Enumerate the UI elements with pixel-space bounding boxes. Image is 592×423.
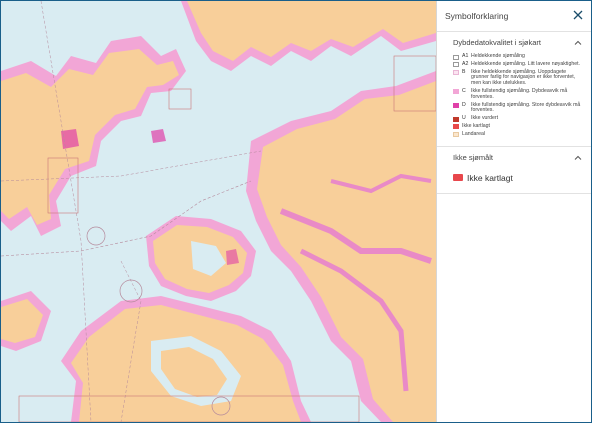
section-title: Dybdedatokvalitet i sjøkart (453, 38, 541, 47)
legend-text: Ikke fullstendig sjømåling. Store dybdea… (471, 101, 581, 114)
section-not-surveyed-toggle[interactable]: Ikke sjømålt (437, 147, 591, 169)
legend-swatch (453, 89, 459, 95)
legend-swatch (453, 70, 459, 76)
legend-code: A1 (462, 53, 469, 59)
chevron-up-icon (574, 40, 582, 45)
section-title: Ikke sjømålt (453, 152, 494, 162)
legend-item: A2 Heldekkende sjømåling. Litt lavere nø… (453, 60, 585, 68)
legend-text: Landareal (462, 130, 486, 137)
section-depth-quality-toggle[interactable]: Dybdedatokvalitet i sjøkart (437, 32, 591, 54)
legend-item: U Ikke vurdert (453, 115, 585, 122)
legend-item: Landareal (453, 130, 585, 138)
legend-text: Ikke vurdert (471, 115, 499, 122)
legend-swatch (453, 54, 459, 60)
legend-item: Ikke kartlagt (437, 169, 591, 193)
legend-text: Ikke kartlagt (467, 172, 513, 183)
legend-text: Heldekkende sjømåling. Litt lavere nøyak… (471, 60, 580, 67)
legend-item: B Ikke heldekkende sjømåling. Uoppdagete… (453, 68, 585, 87)
legend-panel-header: Symbolforklaring (437, 1, 591, 32)
legend-list: A1 Heldekkende sjømåling A2 Heldekkende … (437, 53, 591, 146)
legend-swatch (453, 116, 459, 122)
close-icon[interactable] (569, 6, 587, 24)
map-canvas[interactable] (1, 1, 436, 422)
legend-code: B (462, 68, 466, 75)
legend-text: Ikke kartlagt (462, 122, 490, 129)
legend-item: C Ikke fullstendig sjømåling. Dybdeavvik… (453, 87, 585, 101)
nautical-map[interactable] (1, 1, 436, 422)
legend-item: D Ikke fullstendig sjømåling. Store dybd… (453, 101, 585, 115)
legend-swatch (453, 132, 459, 138)
legend-code: D (462, 101, 466, 108)
legend-text: Ikke heldekkende sjømåling. Uoppdagete g… (471, 68, 576, 87)
section-not-surveyed: Ikke sjømålt Ikke kartlagt (437, 147, 591, 194)
legend-swatch (453, 124, 459, 130)
legend-item: Ikke kartlagt (453, 122, 585, 130)
legend-code: A2 (462, 60, 469, 67)
section-depth-quality: Dybdedatokvalitet i sjøkart A1 Heldekken… (437, 32, 591, 147)
legend-text: Heldekkende sjømåling (471, 53, 525, 59)
legend-text: Ikke fullstendig sjømåling. Dybdeavvik m… (471, 87, 568, 100)
chevron-up-icon (574, 155, 582, 160)
legend-swatch (453, 174, 463, 182)
legend-swatch (453, 62, 459, 68)
legend-item: A1 Heldekkende sjømåling (453, 53, 585, 60)
panel-title: Symbolforklaring (445, 11, 509, 21)
legend-code: C (462, 87, 466, 94)
legend-swatch (453, 103, 459, 109)
legend-panel: Symbolforklaring Dybdedatokvalitet i sjø… (436, 1, 591, 422)
app-frame: Symbolforklaring Dybdedatokvalitet i sjø… (0, 0, 592, 423)
legend-code: U (462, 115, 466, 122)
